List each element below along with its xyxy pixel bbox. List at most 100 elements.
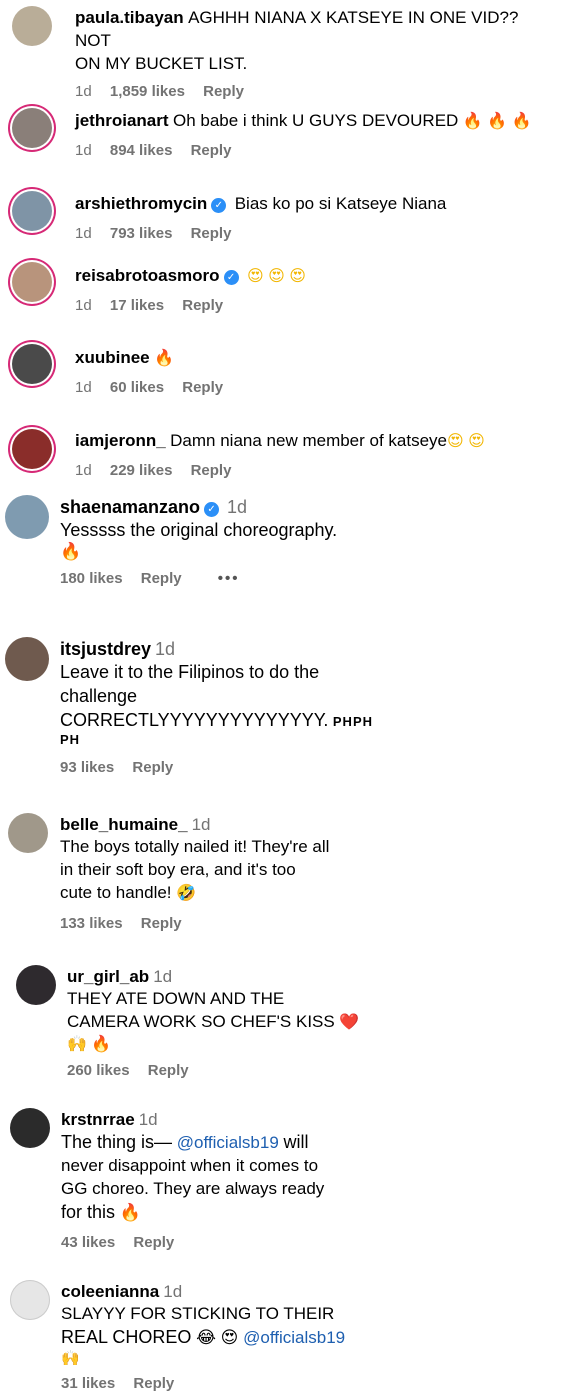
likes-count[interactable]: 894 likes	[110, 142, 173, 159]
comment-text: The thing is—	[61, 1132, 173, 1152]
likes-count[interactable]: 60 likes	[110, 379, 164, 396]
username[interactable]: ur_girl_ab	[67, 967, 149, 986]
likes-count[interactable]: 1,859 likes	[110, 83, 185, 100]
flag-text: PHPH	[332, 714, 374, 729]
likes-count[interactable]: 31 likes	[61, 1375, 115, 1392]
reply-button[interactable]: Reply	[141, 570, 182, 587]
comment-text: cute to handle!	[60, 883, 172, 902]
likes-count[interactable]: 43 likes	[61, 1234, 115, 1251]
timestamp: 1d	[75, 83, 92, 100]
comment-text: REAL CHOREO	[61, 1327, 192, 1347]
laughing-emoji: 🤣	[175, 885, 196, 902]
verified-icon: ✓	[223, 270, 239, 285]
likes-count[interactable]: 133 likes	[60, 915, 123, 932]
comment: krstnrrae 1d The thing is— @officialsb19 …	[0, 1108, 565, 1258]
comment-text: GG choreo. They are always ready	[61, 1179, 325, 1198]
reply-button[interactable]: Reply	[148, 1062, 189, 1079]
fire-emoji: 🔥	[60, 542, 82, 561]
reply-button[interactable]: Reply	[191, 462, 232, 479]
username[interactable]: reisabrotoasmoro	[75, 266, 220, 285]
comment-text: The boys totally nailed it! They're all	[60, 837, 330, 856]
likes-count[interactable]: 17 likes	[110, 297, 164, 314]
fire-emoji: 🔥	[119, 1203, 141, 1222]
flag-text: PH	[60, 732, 81, 747]
heart-emoji: ❤️	[339, 1014, 360, 1031]
reply-button[interactable]: Reply	[132, 759, 173, 776]
comment-text: Yesssss the original choreography.	[60, 520, 338, 540]
likes-count[interactable]: 793 likes	[110, 225, 173, 242]
timestamp: 1d	[227, 497, 248, 517]
comment-text: Damn niana new member of katseye	[170, 431, 448, 450]
username[interactable]: paula.tibayan	[75, 8, 184, 27]
comment: ur_girl_ab 1d THEY ATE DOWN AND THE CAMER…	[0, 965, 565, 1090]
avatar[interactable]	[5, 637, 49, 681]
avatar[interactable]	[16, 965, 56, 1005]
avatar[interactable]	[12, 108, 52, 148]
avatar[interactable]	[12, 191, 52, 231]
timestamp: 1d	[75, 379, 92, 396]
username[interactable]: itsjustdrey	[60, 639, 151, 659]
username[interactable]: coleenianna	[61, 1282, 159, 1301]
timestamp: 1d	[191, 815, 211, 834]
emoji-line: 😂 😍	[196, 1328, 239, 1347]
reply-button[interactable]: Reply	[191, 225, 232, 242]
username[interactable]: jethroianart	[75, 111, 169, 130]
likes-count[interactable]: 260 likes	[67, 1062, 130, 1079]
fire-emoji: 🔥 🔥 🔥	[462, 113, 532, 130]
timestamp: 1d	[75, 462, 92, 479]
reply-button[interactable]: Reply	[182, 297, 223, 314]
comment-text: SLAYYY FOR STICKING TO THEIR	[61, 1304, 335, 1323]
likes-count[interactable]: 180 likes	[60, 570, 123, 587]
likes-count[interactable]: 229 likes	[110, 462, 173, 479]
timestamp: 1d	[75, 225, 92, 242]
reply-button[interactable]: Reply	[141, 915, 182, 932]
avatar[interactable]	[12, 344, 52, 384]
timestamp: 1d	[75, 297, 92, 314]
timestamp: 1d	[163, 1282, 183, 1301]
mention-link[interactable]: @officialsb19	[177, 1133, 279, 1152]
timestamp: 1d	[75, 142, 92, 159]
comment: arshiethromycin ✓ Bias ko po si Katseye N…	[0, 183, 565, 263]
username[interactable]: shaenamanzano	[60, 497, 200, 517]
avatar[interactable]	[5, 495, 49, 539]
comment-text: CAMERA WORK SO CHEF'S KISS	[67, 1012, 335, 1031]
reply-button[interactable]: Reply	[191, 142, 232, 159]
avatar[interactable]	[12, 6, 52, 46]
username[interactable]: belle_humaine_	[60, 815, 188, 834]
reply-button[interactable]: Reply	[133, 1375, 174, 1392]
comment: paula.tibayan AGHHH NIANA X KATSEYE IN O…	[0, 0, 565, 100]
timestamp: 1d	[153, 967, 173, 986]
avatar[interactable]	[10, 1280, 50, 1320]
comment-text: never disappoint when it comes to	[61, 1156, 319, 1175]
username[interactable]: iamjeronn_	[75, 431, 166, 450]
avatar[interactable]	[12, 262, 52, 302]
username[interactable]: krstnrrae	[61, 1110, 135, 1129]
reply-button[interactable]: Reply	[133, 1234, 174, 1251]
reply-button[interactable]: Reply	[182, 379, 223, 396]
comment: coleenianna 1d SLAYYY FOR STICKING TO THE…	[0, 1280, 565, 1400]
heart-eyes-emoji: 😍 😍	[447, 433, 485, 450]
avatar[interactable]	[10, 1108, 50, 1148]
comment-text: THEY ATE DOWN AND THE	[67, 989, 285, 1008]
comment: xuubinee 🔥 1d 60 likes Reply	[0, 338, 565, 418]
username[interactable]: xuubinee	[75, 348, 150, 367]
comment: itsjustdrey 1d Leave it to the Filipinos …	[0, 637, 565, 797]
comment: iamjeronn_ Damn niana new member of kats…	[0, 420, 565, 500]
comment: jethroianart Oh babe i think U GUYS DEVO…	[0, 100, 565, 180]
heart-eyes-emoji: 😍 😍 😍	[247, 268, 306, 285]
verified-icon: ✓	[204, 502, 220, 517]
comment: shaenamanzano ✓ 1d Yesssss the original ch…	[0, 495, 565, 610]
mention-link[interactable]: @officialsb19	[243, 1328, 345, 1347]
comment-text: in their soft boy era, and it's too	[60, 860, 296, 879]
timestamp: 1d	[155, 639, 176, 659]
comment-text: Leave it to the Filipinos to do the	[60, 662, 320, 682]
comment-text: will	[283, 1132, 309, 1152]
username[interactable]: arshiethromycin	[75, 194, 207, 213]
more-options-icon[interactable]: •••	[218, 570, 240, 587]
avatar[interactable]	[8, 813, 48, 853]
raised-hands-emoji: 🙌	[61, 1350, 80, 1367]
likes-count[interactable]: 93 likes	[60, 759, 114, 776]
avatar[interactable]	[12, 429, 52, 469]
comment-text: Bias ko po si Katseye Niana	[234, 194, 447, 213]
reply-button[interactable]: Reply	[203, 83, 244, 100]
